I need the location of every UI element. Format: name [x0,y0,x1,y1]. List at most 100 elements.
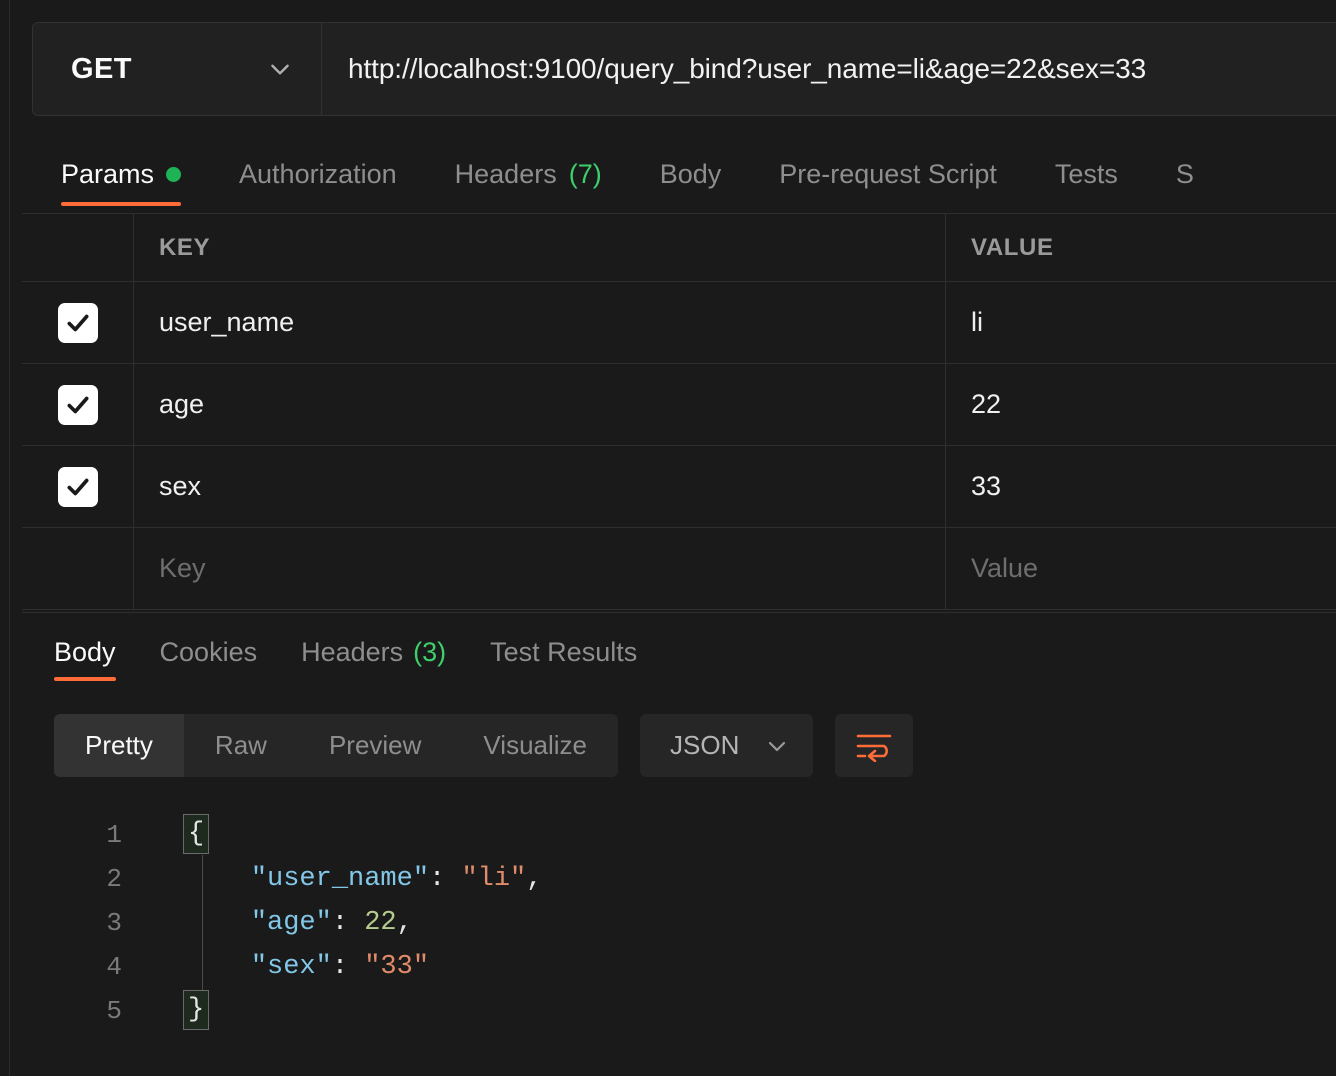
json-colon: : [331,952,365,982]
line-number: 2 [106,864,122,894]
params-modified-dot-icon [166,166,182,182]
response-tab-headers-count: (3) [413,636,447,667]
view-mode-preview-label: Preview [328,730,422,760]
json-close-brace: } [183,989,210,1030]
tab-tests-label: Tests [1054,158,1118,189]
json-value: "li" [461,864,527,894]
new-param-value-placeholder: Value [971,553,1039,583]
url-input[interactable]: http://localhost:9100/query_bind?user_na… [322,23,1336,115]
row-check-cell [22,528,134,609]
code-line: 2 "user_name": "li", [22,857,1336,901]
line-number: 3 [106,908,122,938]
table-row: user_name li [22,282,1336,364]
table-header-row: KEY VALUE [22,214,1336,282]
response-format-toolbar: Pretty Raw Preview Visualize JSON [54,714,914,777]
request-tab-bar: Params Authorization Headers (7) Body Pr… [32,145,1336,213]
param-key-cell[interactable]: age [134,364,946,445]
table-row: sex 33 [22,446,1336,528]
json-key: "sex" [250,952,332,982]
response-pane: Body Cookies Headers (3) Test Results Pr… [22,612,1336,1076]
view-mode-visualize-label: Visualize [483,730,588,760]
json-key: "user_name" [250,864,430,894]
view-mode-preview[interactable]: Preview [298,714,452,777]
view-mode-pretty-label: Pretty [85,730,153,760]
main-content: GET http://localhost:9100/query_bind?use… [11,0,1336,1076]
tab-headers-count: (7) [568,158,602,189]
postman-request-window: GET http://localhost:9100/query_bind?use… [0,0,1336,1076]
row-check-cell [22,282,134,363]
response-tab-cookies-label: Cookies [159,636,258,667]
view-mode-visualize[interactable]: Visualize [452,714,618,777]
response-tab-bar: Body Cookies Headers (3) Test Results [32,625,659,691]
line-number: 1 [106,820,122,850]
param-value-text: 22 [971,389,1002,419]
tab-pre-request-script[interactable]: Pre-request Script [750,145,1026,203]
param-value-text: 33 [971,471,1002,501]
param-enabled-checkbox[interactable] [57,466,98,507]
code-line: 3 "age": 22, [22,901,1336,945]
code-line: 4 "sex": "33" [22,945,1336,989]
json-open-brace: { [183,813,210,854]
row-check-cell [22,446,134,527]
view-mode-segmented-control: Pretty Raw Preview Visualize [54,714,619,777]
param-key-text: age [159,389,205,419]
param-key-text: user_name [159,307,295,337]
tab-headers-label: Headers [454,158,557,189]
response-tab-body-label: Body [54,636,116,667]
tab-params-label: Params [61,158,155,189]
response-tab-cookies[interactable]: Cookies [138,625,280,679]
word-wrap-icon [854,730,894,762]
tab-body[interactable]: Body [631,145,751,203]
url-bar: GET http://localhost:9100/query_bind?use… [32,22,1336,116]
chevron-down-icon [267,56,293,82]
line-number: 4 [106,952,122,982]
tab-tests[interactable]: Tests [1026,145,1147,203]
response-body-code[interactable]: 1 { 2 "user_name": "li", 3 "age": 22, 4 … [22,813,1336,1076]
chevron-down-icon [765,734,789,758]
view-mode-pretty[interactable]: Pretty [54,714,184,777]
tab-settings[interactable]: S [1147,145,1223,203]
json-key: "age" [250,908,332,938]
tab-params[interactable]: Params [32,145,210,206]
param-enabled-checkbox[interactable] [57,384,98,425]
json-value: "33" [364,952,430,982]
param-key-cell[interactable]: user_name [134,282,946,363]
word-wrap-button[interactable] [835,714,914,777]
table-row-empty: Key Value [22,528,1336,610]
response-tab-test-results-label: Test Results [490,636,638,667]
new-param-key-placeholder: Key [159,553,206,583]
new-param-key-input[interactable]: Key [134,528,946,609]
json-comma: , [396,908,413,938]
tab-body-label: Body [659,158,722,189]
column-header-key: KEY [159,233,211,261]
response-tab-test-results[interactable]: Test Results [468,625,659,679]
query-params-table: KEY VALUE user_name li age 22 sex 33 Key… [22,213,1336,610]
param-value-cell[interactable]: li [946,282,1336,363]
header-cell-check [22,214,134,281]
param-value-cell[interactable]: 33 [946,446,1336,527]
code-line: 1 { [22,813,1336,857]
tab-pre-request-script-label: Pre-request Script [779,158,997,189]
new-param-value-input[interactable]: Value [946,528,1336,609]
param-key-text: sex [159,471,202,501]
response-language-dropdown[interactable]: JSON [640,714,814,777]
tab-headers[interactable]: Headers (7) [426,145,631,203]
http-method-label: GET [71,52,132,85]
response-tab-headers[interactable]: Headers (3) [279,625,468,679]
param-value-cell[interactable]: 22 [946,364,1336,445]
tab-authorization[interactable]: Authorization [210,145,426,203]
param-key-cell[interactable]: sex [134,446,946,527]
response-language-label: JSON [670,730,740,760]
column-header-value: VALUE [971,233,1054,261]
table-row: age 22 [22,364,1336,446]
response-tab-body[interactable]: Body [32,625,138,681]
json-colon: : [429,864,462,894]
http-method-dropdown[interactable]: GET [33,23,322,115]
param-enabled-checkbox[interactable] [57,302,98,343]
json-comma: , [526,864,543,894]
param-value-text: li [971,307,983,337]
line-number: 5 [106,996,122,1026]
view-mode-raw[interactable]: Raw [184,714,298,777]
response-tab-headers-label: Headers [301,636,404,667]
header-cell-key: KEY [134,214,946,281]
